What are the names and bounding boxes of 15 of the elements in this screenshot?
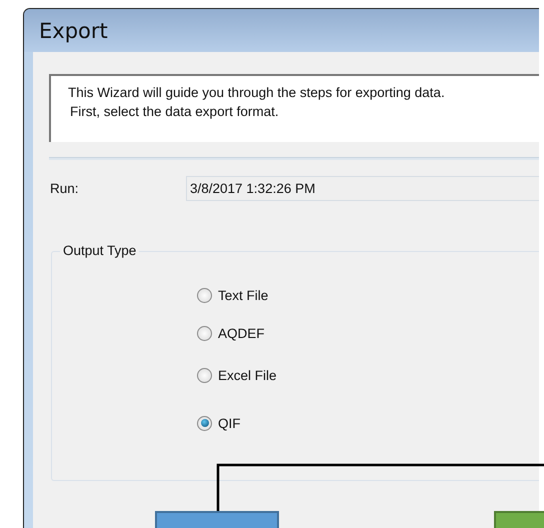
radio-button[interactable]	[197, 368, 212, 382]
run-field: 3/8/2017 1:32:26 PM	[186, 176, 539, 201]
intro-text: First, select the data export format.	[70, 103, 279, 121]
group-title: Output Type	[60, 243, 140, 258]
radio-label: AQDEF	[218, 326, 265, 340]
window-title: Export	[39, 18, 108, 42]
radio-button[interactable]	[197, 326, 212, 340]
intro-text: This Wizard will guide you through the steps for exporting data.	[68, 84, 445, 102]
run-label: Run:	[50, 181, 80, 196]
radio-label: Text File	[218, 288, 268, 302]
radio-button[interactable]	[197, 416, 212, 430]
radio-label: Excel File	[218, 368, 277, 382]
radio-label: QIF	[218, 416, 240, 430]
diagram-box	[494, 511, 544, 528]
radio-button[interactable]	[197, 288, 212, 302]
